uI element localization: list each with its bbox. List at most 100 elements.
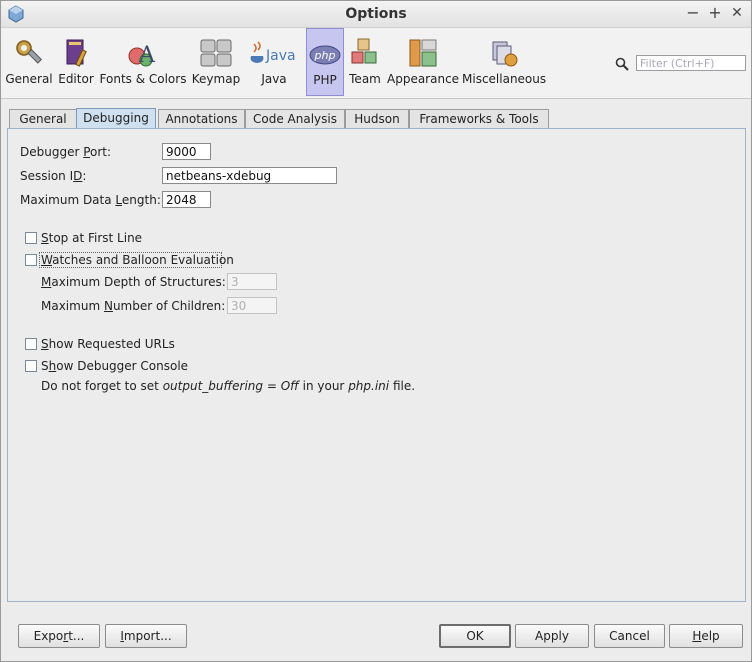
label-text: Maximum (41, 299, 104, 313)
php-icon: php (309, 45, 341, 65)
max-depth-field (227, 273, 277, 290)
import-button[interactable]: Import... (105, 624, 187, 648)
mnemonic: M (41, 275, 52, 289)
category-label: General (5, 72, 53, 86)
max-depth-label: Maximum Depth of Structures: (41, 275, 226, 289)
options-window: Options − + ✕ General Editor A Fonts & C… (0, 0, 752, 662)
category-label: Appearance (387, 72, 460, 86)
tab-debugging[interactable]: Debugging (76, 108, 156, 129)
label-text: top at First Line (48, 231, 143, 245)
note-text: Do not forget to set (41, 379, 163, 393)
label-text: ort: (90, 145, 112, 159)
category-miscellaneous[interactable]: Miscellaneous (462, 28, 546, 96)
fonts-colors-icon: A (128, 43, 156, 68)
label-text: atches and Balloon Evaluation (52, 253, 234, 267)
label-text: umber of Children: (112, 299, 226, 313)
label-text: Session I (20, 169, 74, 183)
mnemonic: S (41, 231, 49, 245)
button-text: elp (701, 629, 720, 643)
label-text: : (82, 169, 87, 183)
category-php[interactable]: php PHP (306, 28, 344, 96)
category-keymap[interactable]: Keymap (191, 28, 241, 96)
category-label: Java (261, 72, 287, 86)
button-text: Expo (33, 629, 64, 643)
window-title: Options (345, 6, 407, 22)
label-text: S (41, 359, 49, 373)
minimize-button[interactable]: − (684, 3, 702, 23)
debugger-port-label: Debugger Port: (20, 145, 111, 159)
miscellaneous-icon (492, 41, 518, 67)
mnemonic: S (41, 337, 49, 351)
tab-general[interactable]: General (9, 109, 77, 128)
team-icon (351, 38, 377, 64)
note-emphasis: output_buffering = Off (162, 379, 299, 393)
label-text: ow Debugger Console (56, 359, 189, 373)
debugger-port-field[interactable] (162, 143, 211, 160)
output-buffering-note: Do not forget to set output_buffering = … (41, 379, 415, 393)
svg-text:Java: Java (265, 48, 296, 64)
apply-button[interactable]: Apply (515, 624, 589, 648)
filter-input[interactable] (636, 55, 746, 71)
keymap-icon (200, 39, 232, 67)
show-console-label[interactable]: Show Debugger Console (41, 359, 188, 373)
label-text: ength: (121, 193, 161, 207)
category-general[interactable]: General (4, 28, 54, 96)
ok-button[interactable]: OK (439, 624, 511, 648)
tab-code-analysis[interactable]: Code Analysis (245, 109, 345, 128)
stop-first-line-checkbox[interactable] (25, 232, 37, 244)
appearance-icon (409, 39, 437, 67)
max-data-length-label: Maximum Data Length: (20, 193, 161, 207)
general-icon (16, 40, 43, 64)
category-label: Fonts & Colors (99, 72, 187, 86)
label-text: aximum Depth of Structures: (51, 275, 226, 289)
maximize-button[interactable]: + (706, 3, 724, 23)
max-children-field (227, 297, 277, 314)
category-java[interactable]: Java Java (247, 28, 301, 96)
category-editor[interactable]: Editor (56, 28, 96, 96)
category-label: Miscellaneous (462, 72, 547, 86)
tab-frameworks-tools[interactable]: Frameworks & Tools (409, 109, 549, 128)
stop-first-line-label[interactable]: Stop at First Line (41, 231, 142, 245)
watches-checkbox[interactable] (25, 254, 37, 266)
export-button[interactable]: Export... (18, 624, 100, 648)
session-id-field[interactable] (162, 167, 337, 184)
category-label: PHP (313, 73, 337, 87)
java-icon: Java (250, 41, 296, 64)
search-icon (615, 57, 629, 71)
mnemonic: W (41, 253, 53, 267)
close-button[interactable]: ✕ (728, 3, 746, 23)
editor-icon (66, 39, 87, 67)
label-text: how Requested URLs (48, 337, 175, 351)
svg-text:php: php (314, 49, 336, 62)
max-data-length-field[interactable] (162, 191, 211, 208)
help-button[interactable]: Help (669, 624, 743, 648)
note-emphasis: php.ini (348, 379, 390, 393)
mnemonic: D (73, 169, 83, 183)
mnemonic: H (692, 629, 702, 643)
show-urls-checkbox[interactable] (25, 338, 37, 350)
mnemonic: N (103, 299, 113, 313)
show-urls-label[interactable]: Show Requested URLs (41, 337, 175, 351)
category-fonts-colors[interactable]: A Fonts & Colors (98, 28, 188, 96)
category-appearance[interactable]: Appearance (387, 28, 459, 96)
max-children-label: Maximum Number of Children: (41, 299, 225, 313)
category-label: Editor (58, 72, 94, 86)
watches-label[interactable]: Watches and Balloon Evaluation (41, 253, 234, 267)
tab-annotations[interactable]: Annotations (158, 109, 245, 128)
category-toolbar: General Editor A Fonts & Colors Keymap J… (1, 28, 751, 99)
button-text: t... (68, 629, 85, 643)
category-team[interactable]: Team (346, 28, 384, 96)
cancel-button[interactable]: Cancel (594, 624, 665, 648)
button-text: mport... (123, 629, 172, 643)
session-id-label: Session ID: (20, 169, 86, 183)
category-label: Team (349, 72, 381, 86)
svg-text:A: A (138, 43, 156, 68)
title-bar: Options − + ✕ (1, 1, 751, 28)
tab-hudson[interactable]: Hudson (345, 109, 409, 128)
mnemonic: P (83, 145, 91, 159)
show-console-checkbox[interactable] (25, 360, 37, 372)
note-text: file. (389, 379, 416, 393)
category-label: Keymap (191, 72, 241, 86)
label-text: Debugger (20, 145, 84, 159)
note-text: in your (298, 379, 349, 393)
